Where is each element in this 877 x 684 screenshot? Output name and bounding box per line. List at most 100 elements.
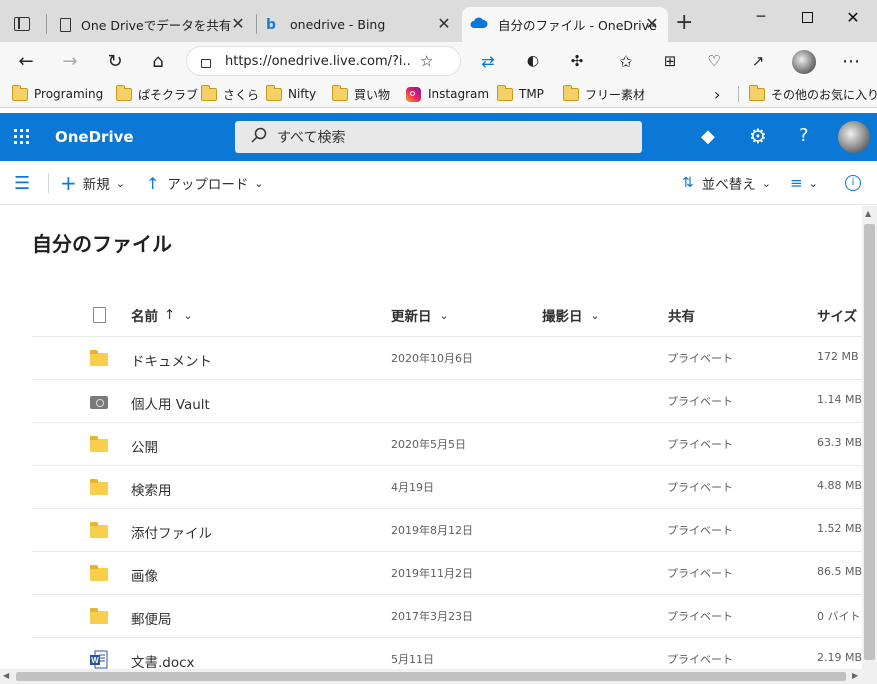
address-bar[interactable]: https://onedrive.live.com/?i... ☆ xyxy=(186,46,461,76)
file-name[interactable]: 画像 xyxy=(131,565,158,585)
favorite-label: TMP xyxy=(519,87,544,101)
immersive-reader-icon[interactable]: ⇄ xyxy=(474,48,502,74)
refresh-icon[interactable]: ↻ xyxy=(101,48,129,74)
extension-icon[interactable]: ◐ xyxy=(519,48,547,74)
chevron-down-icon: ⌄ xyxy=(808,176,818,190)
back-icon[interactable]: ← xyxy=(12,48,40,74)
app-launcher-icon[interactable] xyxy=(14,129,30,145)
favorite-label: ぱそクラブ xyxy=(138,87,199,102)
column-header-size[interactable]: サイズ ⌄ xyxy=(817,305,862,325)
file-row[interactable]: W 文書.docx 5月11日 プライベート 2.19 MB xyxy=(32,637,862,669)
favorite-programing[interactable]: Programing xyxy=(11,84,103,104)
tab-strip: One Driveでデータを共有する ✕ b onedrive - Bing ✕… xyxy=(0,0,877,42)
minimize-icon[interactable]: ─ xyxy=(738,0,784,34)
search-box[interactable]: すべて検索 xyxy=(235,121,642,153)
upload-button[interactable]: ↑ アップロード ⌄ xyxy=(146,173,264,194)
extensions-puzzle-icon[interactable]: ✣ xyxy=(563,48,591,74)
column-header-modified[interactable]: 更新日 ⌄ xyxy=(391,305,449,326)
close-icon[interactable]: ✕ xyxy=(230,16,246,32)
file-modified: 2017年3月23日 xyxy=(391,610,473,623)
tab-onedrive-share[interactable]: One Driveでデータを共有する ✕ xyxy=(52,7,254,42)
file-size: 4.88 MB xyxy=(817,479,862,492)
account-avatar[interactable] xyxy=(838,121,870,153)
scroll-left-arrow[interactable]: ◀ xyxy=(3,671,9,680)
close-icon[interactable]: ✕ xyxy=(436,16,452,32)
file-row[interactable]: 添付ファイル 2019年8月12日 プライベート 1.52 MB xyxy=(32,508,862,551)
file-name[interactable]: 添付ファイル xyxy=(131,522,212,542)
favorite-sakura[interactable]: さくら xyxy=(200,84,259,104)
onedrive-cloud-icon xyxy=(470,17,488,32)
tab-title: onedrive - Bing xyxy=(290,17,386,32)
favorite-tmp[interactable]: TMP xyxy=(496,84,544,104)
forward-icon[interactable]: → xyxy=(56,48,84,74)
favorites-icon[interactable]: ✩ xyxy=(612,48,640,74)
favorite-shopping[interactable]: 買い物 xyxy=(331,84,390,104)
favorite-instagram[interactable]: Instagram xyxy=(406,84,489,104)
scroll-right-arrow[interactable]: ▶ xyxy=(852,671,858,680)
more-options-icon[interactable]: ⋯ xyxy=(837,48,865,74)
sort-button[interactable]: ⇅ 並べ替え ⌄ xyxy=(682,173,771,193)
column-header-taken[interactable]: 撮影日 ⌄ xyxy=(542,305,600,326)
file-row[interactable]: 個人用 Vault プライベート 1.14 MB xyxy=(32,379,862,422)
view-options-button[interactable]: ≡ ⌄ xyxy=(790,173,818,193)
sort-ascending-indicator: ↑ xyxy=(164,307,176,323)
premium-diamond-icon[interactable]: ◆ xyxy=(701,126,715,147)
file-name[interactable]: 検索用 xyxy=(131,479,172,499)
tab-actions-icon[interactable] xyxy=(14,17,30,31)
column-header-name[interactable]: 名前 ↑ ⌄ xyxy=(131,305,193,325)
add-favorite-icon[interactable]: ☆ xyxy=(420,52,433,70)
favorite-pasoclub[interactable]: ぱそクラブ xyxy=(115,84,199,104)
scroll-thumb[interactable] xyxy=(864,224,875,660)
file-sharing: プライベート xyxy=(667,653,733,666)
other-favorites[interactable]: その他のお気に入り xyxy=(748,84,877,104)
scroll-thumb[interactable] xyxy=(16,672,846,681)
scroll-up-arrow[interactable]: ▲ xyxy=(865,209,871,218)
file-row[interactable]: 郵便局 2017年3月23日 プライベート 0 バイト xyxy=(32,594,862,637)
profile-avatar[interactable] xyxy=(792,50,816,74)
maximize-icon[interactable] xyxy=(784,0,830,34)
folder-icon xyxy=(90,435,108,452)
file-name[interactable]: 文書.docx xyxy=(131,651,195,669)
lock-icon xyxy=(201,58,211,68)
page-icon xyxy=(60,17,71,32)
file-row[interactable]: ドキュメント 2020年10月6日 プライベート 172 MB xyxy=(32,336,862,379)
folder-icon xyxy=(331,84,348,101)
home-icon[interactable]: ⌂ xyxy=(144,48,172,74)
browser-essentials-icon[interactable]: ♡ xyxy=(700,48,728,74)
sort-icon: ⇅ xyxy=(682,175,694,191)
info-icon[interactable]: i xyxy=(845,173,861,193)
chevron-right-icon[interactable]: › xyxy=(714,84,720,104)
file-sharing: プライベート xyxy=(667,567,733,580)
favorite-nifty[interactable]: Nifty xyxy=(265,84,316,104)
close-icon[interactable]: ✕ xyxy=(644,16,660,32)
file-name[interactable]: 公開 xyxy=(131,436,158,456)
settings-gear-icon[interactable]: ⚙ xyxy=(749,124,767,148)
file-row[interactable]: 画像 2019年11月2日 プライベート 86.5 MB xyxy=(32,551,862,594)
other-favorites-label: その他のお気に入り xyxy=(771,87,877,102)
horizontal-scrollbar[interactable]: ◀ ▶ xyxy=(0,669,877,684)
folder-icon xyxy=(562,84,579,101)
file-name[interactable]: ドキュメント xyxy=(131,350,212,370)
file-name[interactable]: 個人用 Vault xyxy=(131,393,210,413)
help-icon[interactable]: ? xyxy=(799,125,809,146)
file-size: 172 MB xyxy=(817,350,859,363)
nav-menu-icon[interactable]: ☰ xyxy=(14,173,30,194)
file-row[interactable]: 検索用 4月19日 プライベート 4.88 MB xyxy=(32,465,862,508)
tab-bing[interactable]: b onedrive - Bing ✕ xyxy=(258,7,460,42)
file-row[interactable]: 公開 2020年5月5日 プライベート 63.3 MB xyxy=(32,422,862,465)
file-type-header-icon[interactable] xyxy=(93,307,106,323)
new-tab-icon[interactable]: + xyxy=(675,12,693,34)
app-brand[interactable]: OneDrive xyxy=(55,128,134,146)
collections-icon[interactable]: ⊞ xyxy=(656,48,684,74)
favorite-free-material[interactable]: フリー素材 xyxy=(562,84,645,104)
share-icon[interactable]: ↗ xyxy=(744,48,772,74)
folder-icon xyxy=(11,84,28,101)
close-window-icon[interactable]: ✕ xyxy=(830,0,876,34)
new-button[interactable]: + 新規 ⌄ xyxy=(60,171,125,195)
vertical-scrollbar[interactable]: ▲ xyxy=(862,206,877,669)
file-name[interactable]: 郵便局 xyxy=(131,608,172,628)
file-size: 63.3 MB xyxy=(817,436,862,449)
column-header-sharing[interactable]: 共有 xyxy=(668,305,695,325)
tab-onedrive-files[interactable]: 自分のファイル - OneDrive ✕ xyxy=(462,7,668,42)
column-size-label: サイズ xyxy=(817,309,858,325)
